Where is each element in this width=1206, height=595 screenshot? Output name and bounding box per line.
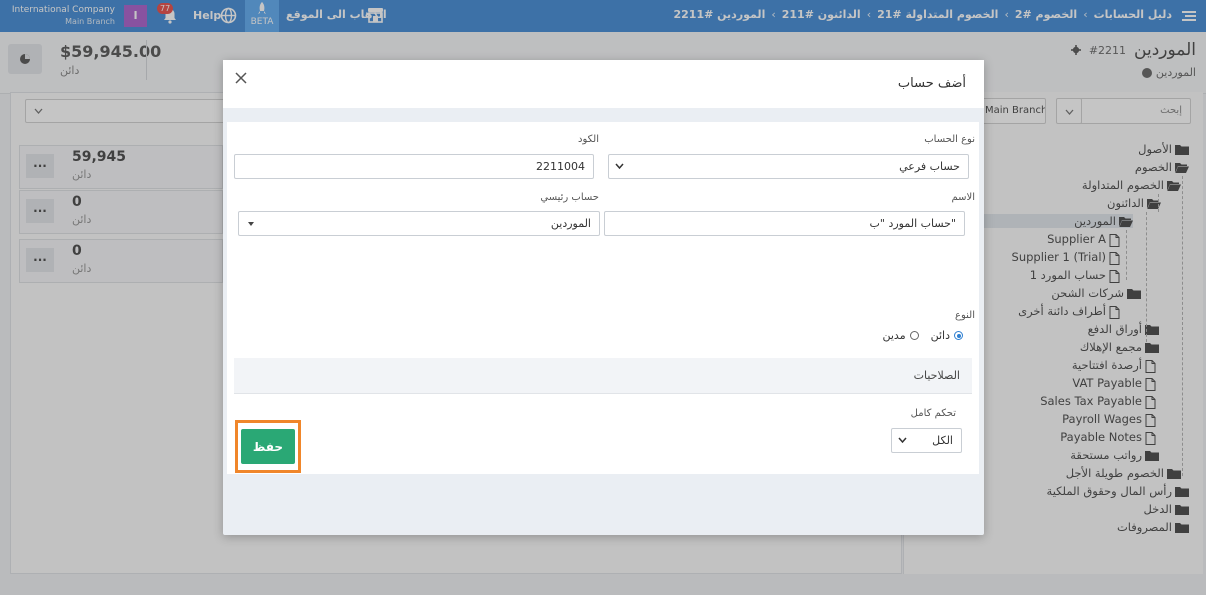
modal-header: أضف حساب — [223, 60, 984, 108]
radio-debit-label: مدين — [882, 329, 906, 342]
chevron-down-icon — [898, 437, 907, 444]
modal-title: أضف حساب — [897, 76, 966, 91]
full-control-select[interactable]: الكل — [891, 428, 962, 453]
name-label: الاسم — [951, 192, 975, 203]
full-control-value: الكل — [932, 434, 953, 447]
add-account-modal: أضف حساب نوع الحساب حساب فرعي الكود 2211… — [223, 60, 984, 535]
code-label: الكود — [578, 134, 599, 145]
chevron-down-icon — [615, 163, 624, 170]
radio-credit[interactable]: دائن — [931, 329, 963, 342]
kind-radio-group: دائن مدين — [883, 329, 963, 342]
account-type-label: نوع الحساب — [924, 134, 975, 145]
radio-credit-label: دائن — [930, 329, 950, 342]
radio-debit[interactable]: مدين — [883, 329, 919, 342]
permissions-title: الصلاحيات — [913, 369, 960, 382]
caret-down-icon — [248, 222, 254, 226]
account-type-value: حساب فرعي — [899, 160, 960, 173]
parent-account-label: حساب رئيسي — [540, 192, 599, 203]
parent-account-select[interactable]: الموردين — [238, 211, 600, 236]
permissions-section-header: الصلاحيات — [234, 358, 972, 394]
radio-debit-dot[interactable] — [909, 331, 919, 340]
name-input[interactable]: حساب المورد "ب" — [604, 211, 965, 236]
save-button[interactable]: حفظ — [241, 429, 295, 464]
code-input[interactable]: 2211004 — [234, 154, 594, 179]
account-type-select[interactable]: حساب فرعي — [608, 154, 969, 179]
radio-credit-dot[interactable] — [954, 331, 963, 340]
full-control-label: تحكم كامل — [910, 408, 956, 419]
parent-account-value: الموردين — [550, 217, 591, 230]
modal-body: نوع الحساب حساب فرعي الكود 2211004 الاسم… — [227, 122, 979, 474]
kind-label: النوع — [955, 310, 975, 321]
close-icon[interactable] — [233, 70, 249, 86]
